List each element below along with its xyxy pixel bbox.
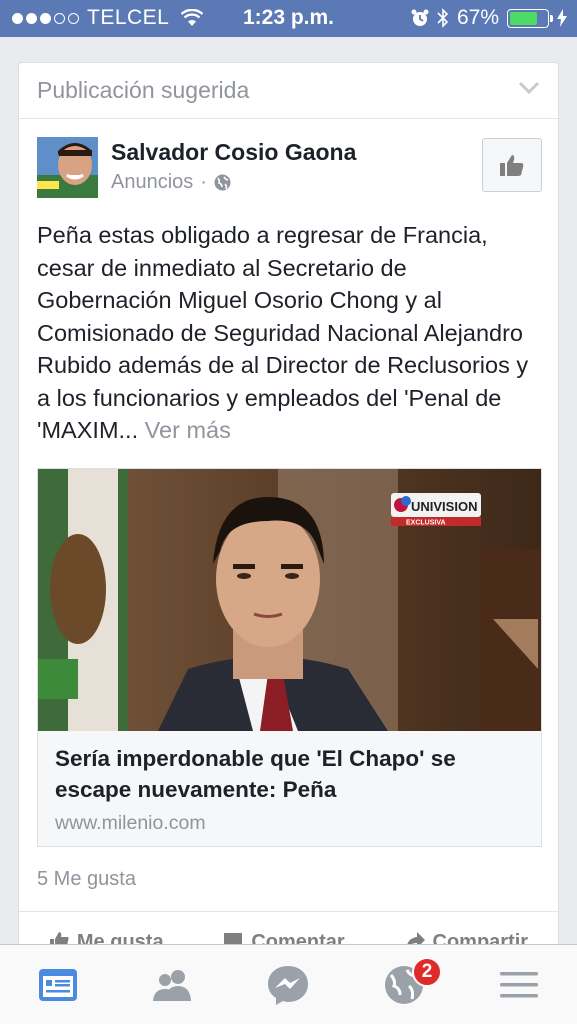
divider	[19, 911, 558, 912]
messenger-icon	[268, 966, 308, 1005]
sponsored-label: Anuncios	[111, 171, 194, 193]
author-subtitle: Anuncios ·	[111, 171, 231, 194]
author-name[interactable]: Salvador Cosio Gaona	[111, 139, 356, 166]
link-image[interactable]: UNIVISION EXCLUSIVA	[38, 469, 541, 731]
card-header: Publicación sugerida	[19, 63, 558, 119]
news-feed-icon	[39, 969, 77, 1001]
charging-icon	[557, 9, 567, 27]
likes-count[interactable]: 5 Me gusta	[37, 868, 136, 891]
suggested-post-label: Publicación sugerida	[37, 77, 250, 103]
notifications-badge: 2	[412, 957, 442, 987]
tab-news-feed[interactable]	[36, 963, 80, 1007]
chevron-down-icon[interactable]	[518, 81, 540, 95]
univision-watermark: UNIVISION	[411, 499, 477, 514]
separator-dot: ·	[200, 171, 207, 193]
bluetooth-icon	[437, 8, 449, 28]
post-text: Peña estas obligado a regresar de Franci…	[37, 222, 529, 443]
status-bar: TELCEL 1:23 p.m. 67%	[0, 0, 577, 37]
tab-more[interactable]	[497, 963, 541, 1007]
thumbs-up-icon	[500, 155, 524, 176]
link-title[interactable]: Sería imperdonable que 'El Chapo' se esc…	[55, 743, 525, 805]
tab-notifications[interactable]: 2	[382, 957, 442, 1007]
alarm-icon	[411, 9, 429, 26]
bottom-tab-bar: 2	[0, 944, 577, 1024]
exclusiva-watermark: EXCLUSIVA	[406, 520, 446, 527]
see-more-link[interactable]: Ver más	[145, 417, 231, 443]
link-preview[interactable]: UNIVISION EXCLUSIVA Sería imperdonable q…	[37, 468, 542, 847]
status-right: 67%	[411, 6, 567, 30]
friends-icon	[153, 970, 191, 1001]
menu-icon	[500, 972, 538, 998]
post-author: Salvador Cosio Gaona Anuncios ·	[37, 137, 542, 201]
like-page-button[interactable]	[482, 138, 542, 192]
suggested-post-card: Publicación sugerida Salvador Cosio Gaon…	[18, 62, 559, 962]
tab-messenger[interactable]	[266, 963, 310, 1007]
link-domain: www.milenio.com	[55, 812, 206, 834]
avatar[interactable]	[37, 137, 98, 198]
battery-percent: 67%	[456, 6, 499, 29]
battery-icon	[507, 8, 553, 28]
globe-icon	[214, 174, 231, 191]
post-body: Peña estas obligado a regresar de Franci…	[37, 219, 545, 447]
tab-friend-requests[interactable]	[150, 963, 194, 1007]
